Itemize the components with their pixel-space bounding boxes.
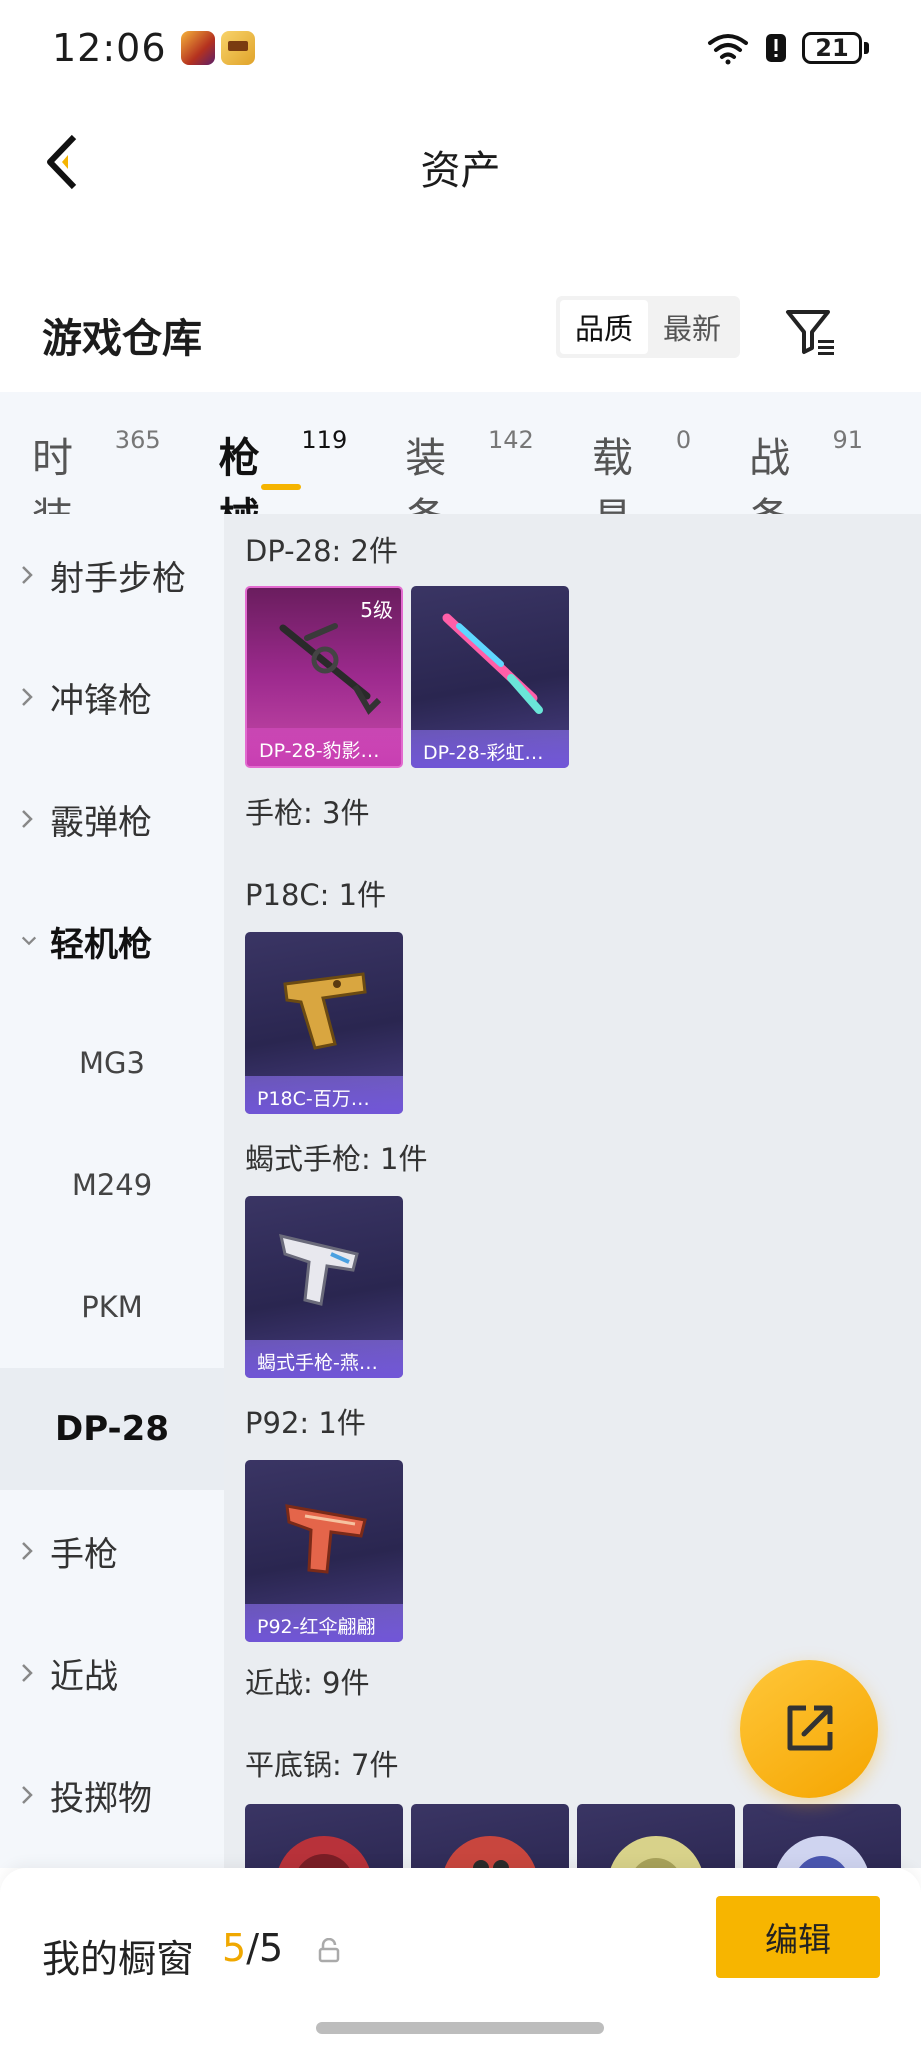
game-app-icon bbox=[180, 31, 215, 65]
battery-level: 21 bbox=[802, 32, 862, 64]
group-label: 蝎式手枪: 1件 bbox=[245, 1142, 428, 1176]
showcase-total: 5 bbox=[259, 1926, 284, 1970]
item-card-partial[interactable] bbox=[577, 1804, 735, 1868]
chevron-right-icon bbox=[20, 1540, 38, 1562]
sidebar-item-smg[interactable]: 冲锋枪 bbox=[0, 636, 224, 758]
group-label: 手枪: 3件 bbox=[245, 796, 370, 830]
lock-icon bbox=[318, 1938, 340, 1963]
filter-button[interactable] bbox=[780, 302, 840, 362]
tab-count: 91 bbox=[832, 426, 864, 454]
sidebar-item-label: 近战 bbox=[50, 1656, 118, 1697]
tab-count: 142 bbox=[488, 426, 534, 454]
filter-icon bbox=[786, 310, 834, 355]
item-card[interactable]: P18C-百万… bbox=[245, 932, 403, 1114]
item-card[interactable]: 5级 DP-28-豹影… bbox=[245, 586, 403, 768]
item-name: P18C-百万… bbox=[245, 1076, 403, 1114]
showcase-separator: / bbox=[246, 1926, 259, 1970]
sort-by-quality[interactable]: 品质 bbox=[560, 300, 648, 354]
category-tabs: 时装 365 枪械 119 装备 142 载具 0 战备 91 bbox=[0, 392, 921, 542]
item-card-partial[interactable] bbox=[245, 1804, 403, 1868]
showcase-current: 5 bbox=[222, 1926, 247, 1970]
item-card-partial[interactable] bbox=[743, 1804, 901, 1868]
item-level-badge: 5级 bbox=[360, 598, 393, 622]
group-label: P92: 1件 bbox=[245, 1406, 366, 1440]
pan-icon bbox=[278, 1836, 370, 1868]
home-indicator[interactable] bbox=[316, 2022, 604, 2034]
group-label: 近战: 9件 bbox=[245, 1666, 370, 1700]
tab-count: 0 bbox=[675, 426, 692, 454]
sidebar-item-shotgun[interactable]: 霰弹枪 bbox=[0, 758, 224, 880]
sort-by-newest[interactable]: 最新 bbox=[648, 300, 736, 354]
sidebar-item-pistol[interactable]: 手枪 bbox=[0, 1490, 224, 1612]
pan-icon bbox=[610, 1836, 702, 1868]
warehouse-title: 游戏仓库 bbox=[42, 316, 202, 362]
group-label: DP-28: 2件 bbox=[245, 534, 398, 568]
sidebar-item-label: 轻机枪 bbox=[50, 924, 152, 965]
item-name: P92-红伞翩翩 bbox=[245, 1604, 403, 1642]
pistol-icon bbox=[279, 1233, 359, 1306]
chevron-right-icon bbox=[20, 564, 38, 586]
sidebar-item-label: 手枪 bbox=[50, 1534, 118, 1575]
pan-icon bbox=[444, 1836, 536, 1868]
store-app-icon bbox=[220, 31, 255, 65]
sidebar-item-label: 投掷物 bbox=[50, 1778, 152, 1819]
active-tab-indicator bbox=[260, 484, 301, 490]
lmg-icon bbox=[442, 613, 543, 714]
sidebar-item-label: 射手步枪 bbox=[50, 558, 186, 599]
sidebar-item-marksman-rifle[interactable]: 射手步枪 bbox=[0, 514, 224, 636]
sidebar-subitem-dp28[interactable]: DP-28 bbox=[0, 1368, 224, 1490]
tab-count: 365 bbox=[114, 426, 161, 454]
sidebar-item-label: 霰弹枪 bbox=[50, 802, 152, 843]
showcase-bar: 我的橱窗 5/5 编辑 bbox=[0, 1868, 921, 2050]
group-label: 平底锅: 7件 bbox=[245, 1748, 399, 1782]
page-title: 资产 bbox=[420, 148, 501, 194]
item-name: DP-28-彩虹… bbox=[411, 730, 569, 768]
sidebar-item-throwables[interactable]: 投掷物 bbox=[0, 1734, 224, 1856]
item-card[interactable]: P92-红伞翩翩 bbox=[245, 1460, 403, 1642]
notification-app-icons bbox=[180, 31, 255, 65]
pan-icon bbox=[776, 1836, 868, 1868]
item-name: 蝎式手枪-燕… bbox=[245, 1340, 403, 1378]
sidebar-subitem-mg3[interactable]: MG3 bbox=[0, 1002, 224, 1124]
showcase-label: 我的橱窗 bbox=[42, 1937, 195, 1981]
sidebar-item-lmg[interactable]: 轻机枪 bbox=[0, 880, 224, 1002]
pistol-icon bbox=[285, 1504, 367, 1574]
sidebar-item-melee[interactable]: 近战 bbox=[0, 1612, 224, 1734]
item-card[interactable]: DP-28-彩虹… bbox=[411, 586, 569, 768]
page-header: 资产 bbox=[0, 96, 921, 234]
weapon-type-sidebar: 射手步枪 冲锋枪 霰弹枪 轻机枪 MG3 M249 PKM DP-28 手枪 近… bbox=[0, 514, 224, 1868]
sort-toggle: 品质 最新 bbox=[556, 296, 740, 358]
item-card-partial[interactable] bbox=[411, 1804, 569, 1868]
item-card[interactable]: 蝎式手枪-燕… bbox=[245, 1196, 403, 1378]
chevron-right-icon bbox=[20, 1784, 38, 1806]
battery-icon: 21 bbox=[802, 32, 869, 64]
status-indicators: 21 bbox=[706, 31, 869, 65]
status-time: 12:06 bbox=[52, 26, 167, 70]
pistol-icon bbox=[283, 972, 367, 1050]
chevron-right-icon bbox=[20, 1662, 38, 1684]
showcase-count: 5/5 bbox=[222, 1926, 283, 1970]
share-button[interactable] bbox=[740, 1660, 878, 1798]
group-label: P18C: 1件 bbox=[245, 878, 387, 912]
alert-icon bbox=[766, 34, 786, 62]
wifi-icon bbox=[708, 34, 748, 65]
sidebar-subitem-pkm[interactable]: PKM bbox=[0, 1246, 224, 1368]
edit-button[interactable]: 编辑 bbox=[716, 1896, 880, 1978]
chevron-down-icon bbox=[20, 934, 38, 948]
warehouse-header: 游戏仓库 品质 最新 bbox=[0, 280, 921, 390]
status-bar: 12:06 21 bbox=[0, 0, 921, 96]
item-name: DP-28-豹影… bbox=[247, 728, 401, 766]
share-icon bbox=[787, 1705, 833, 1751]
chevron-right-icon bbox=[20, 808, 38, 830]
chevron-right-icon bbox=[20, 686, 38, 708]
sidebar-item-label: 冲锋枪 bbox=[50, 680, 152, 721]
sidebar-subitem-m249[interactable]: M249 bbox=[0, 1124, 224, 1246]
tab-count: 119 bbox=[301, 426, 348, 454]
